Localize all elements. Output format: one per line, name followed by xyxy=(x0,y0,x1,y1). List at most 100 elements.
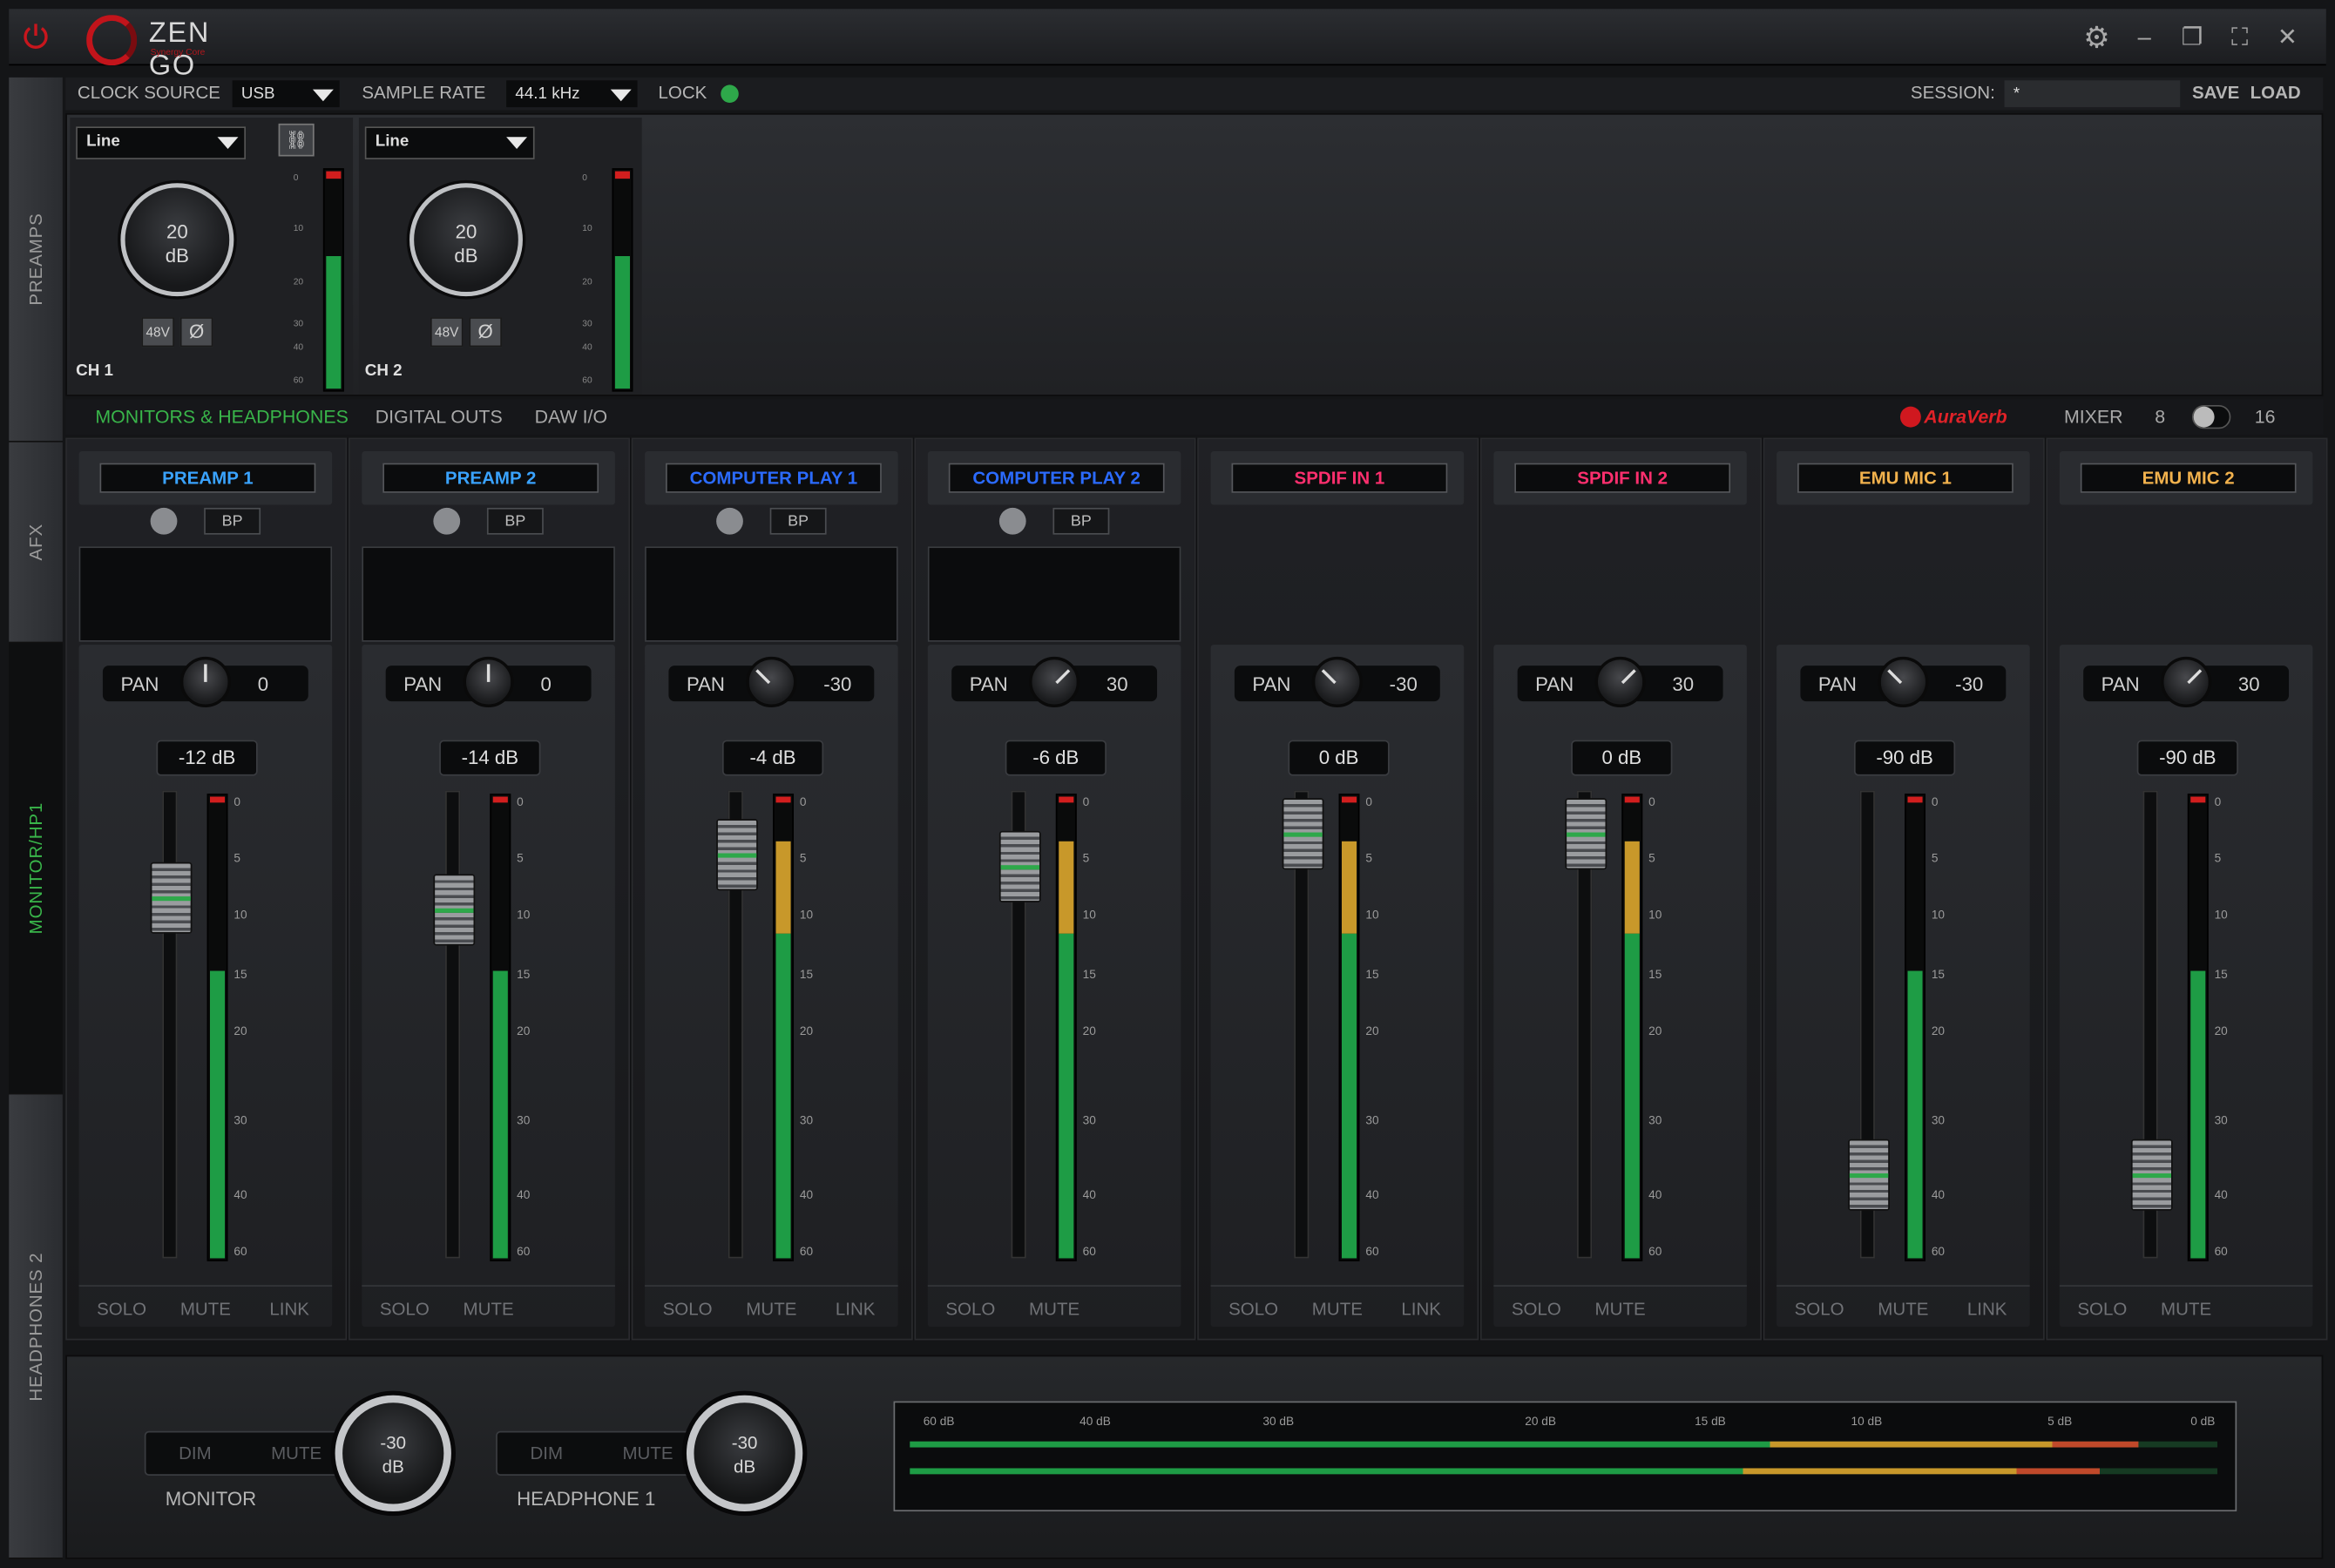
solo-button[interactable]: SOLO xyxy=(1512,1299,1561,1320)
pan-control[interactable]: PAN -30 xyxy=(1800,656,2007,707)
side-tab-preamps[interactable]: PREAMPS xyxy=(9,77,63,443)
phantom-48v-button[interactable]: 48V xyxy=(430,317,464,348)
pan-control[interactable]: PAN 30 xyxy=(2083,656,2290,707)
headphone-mute-button[interactable]: MUTE xyxy=(622,1443,673,1463)
mute-button[interactable]: MUTE xyxy=(2161,1299,2211,1320)
side-tab-afx[interactable]: AFX xyxy=(9,442,63,644)
monitor-volume-knob[interactable]: -30 dB xyxy=(335,1395,451,1512)
pan-knob[interactable] xyxy=(463,656,514,707)
link-button[interactable]: LINK xyxy=(1967,1299,2007,1320)
link-button[interactable]: LINK xyxy=(1401,1299,1441,1320)
fx-enable-button[interactable] xyxy=(150,507,178,535)
channel-name[interactable]: COMPUTER PLAY 2 xyxy=(948,463,1165,493)
side-tab-monitor-hp1[interactable]: MONITOR/HP1 xyxy=(9,643,63,1095)
fader-handle[interactable] xyxy=(716,818,758,890)
pan-control[interactable]: PAN 0 xyxy=(102,656,308,707)
pan-knob[interactable] xyxy=(1878,656,1929,707)
clock-source-dropdown[interactable]: USB xyxy=(232,80,340,108)
mixer-size-toggle[interactable] xyxy=(2191,404,2231,429)
solo-button[interactable]: SOLO xyxy=(97,1299,146,1320)
bypass-button[interactable]: BP xyxy=(769,507,827,535)
channel-name[interactable]: SPDIF IN 2 xyxy=(1514,463,1731,493)
tab-monitors-headphones[interactable]: MONITORS & HEADPHONES xyxy=(95,407,348,428)
solo-button[interactable]: SOLO xyxy=(380,1299,430,1320)
monitor-dim-button[interactable]: DIM xyxy=(179,1443,212,1463)
pan-control[interactable]: PAN 0 xyxy=(385,656,592,707)
insert-fx-slot[interactable] xyxy=(645,546,898,642)
minimize-icon[interactable]: – xyxy=(2127,24,2162,53)
pan-control[interactable]: PAN -30 xyxy=(668,656,875,707)
fader-handle[interactable] xyxy=(150,862,193,934)
fader-handle[interactable] xyxy=(1282,798,1324,870)
link-button[interactable]: ⛓ xyxy=(278,123,315,157)
link-button[interactable]: LINK xyxy=(269,1299,309,1320)
insert-fx-slot[interactable] xyxy=(927,546,1181,642)
headphone-dim-button[interactable]: DIM xyxy=(530,1443,563,1463)
channel-name[interactable]: COMPUTER PLAY 1 xyxy=(666,463,882,493)
mute-button[interactable]: MUTE xyxy=(1029,1299,1080,1320)
insert-fx-slot[interactable] xyxy=(362,546,615,642)
solo-button[interactable]: SOLO xyxy=(2077,1299,2127,1320)
mute-button[interactable]: MUTE xyxy=(1595,1299,1646,1320)
solo-button[interactable]: SOLO xyxy=(1795,1299,1844,1320)
insert-fx-slot[interactable] xyxy=(78,546,333,642)
channel-name[interactable]: PREAMP 1 xyxy=(99,463,316,493)
headphone-volume-knob[interactable]: -30 dB xyxy=(686,1395,803,1512)
mute-button[interactable]: MUTE xyxy=(1878,1299,1928,1320)
pan-knob[interactable] xyxy=(2161,656,2212,707)
bypass-button[interactable]: BP xyxy=(486,507,544,535)
sample-rate-dropdown[interactable]: 44.1 kHz xyxy=(506,80,638,108)
restore-icon[interactable]: ❐ xyxy=(2174,24,2210,53)
fx-enable-button[interactable] xyxy=(716,507,743,535)
channel-name[interactable]: EMU MIC 2 xyxy=(2080,463,2297,493)
auraverb-icon[interactable] xyxy=(1899,406,1921,428)
fader-handle[interactable] xyxy=(2130,1139,2173,1211)
mute-button[interactable]: MUTE xyxy=(464,1299,514,1320)
phantom-48v-button[interactable]: 48V xyxy=(141,317,174,348)
gain-knob[interactable]: 20 dB xyxy=(409,183,523,297)
gain-knob[interactable]: 20 dB xyxy=(120,183,234,297)
input-type-dropdown[interactable]: Line xyxy=(76,126,247,159)
auraverb-label[interactable]: AuraVerb xyxy=(1924,407,2007,428)
session-field[interactable]: * xyxy=(2004,80,2181,108)
pan-control[interactable]: PAN -30 xyxy=(1234,656,1440,707)
channel-name[interactable]: SPDIF IN 1 xyxy=(1231,463,1448,493)
pan-knob[interactable] xyxy=(1311,656,1363,707)
link-button[interactable]: LINK xyxy=(836,1299,876,1320)
phase-invert-button[interactable]: Ø xyxy=(179,317,213,348)
tab-daw-io[interactable]: DAW I/O xyxy=(535,407,607,428)
mute-button[interactable]: MUTE xyxy=(746,1299,796,1320)
pan-control[interactable]: PAN 30 xyxy=(951,656,1158,707)
pan-knob[interactable] xyxy=(179,656,231,707)
fader-handle[interactable] xyxy=(433,874,476,946)
load-button[interactable]: LOAD xyxy=(2250,82,2301,103)
fullscreen-icon[interactable]: ⛶ xyxy=(2222,24,2257,53)
fader-handle[interactable] xyxy=(1565,798,1607,870)
mute-button[interactable]: MUTE xyxy=(180,1299,231,1320)
fx-enable-button[interactable] xyxy=(998,507,1026,535)
channel-name[interactable]: EMU MIC 1 xyxy=(1797,463,2014,493)
solo-button[interactable]: SOLO xyxy=(1228,1299,1278,1320)
pan-knob[interactable] xyxy=(1029,656,1080,707)
solo-button[interactable]: SOLO xyxy=(945,1299,995,1320)
mute-button[interactable]: MUTE xyxy=(1312,1299,1363,1320)
close-icon[interactable]: ✕ xyxy=(2270,24,2305,53)
channel-name[interactable]: PREAMP 2 xyxy=(382,463,599,493)
power-icon[interactable] xyxy=(21,21,51,51)
fader-handle[interactable] xyxy=(1848,1139,1890,1211)
input-type-dropdown[interactable]: Line xyxy=(364,126,535,159)
pan-knob[interactable] xyxy=(1594,656,1646,707)
bypass-button[interactable]: BP xyxy=(1052,507,1110,535)
save-button[interactable]: SAVE xyxy=(2192,82,2239,103)
fx-enable-button[interactable] xyxy=(433,507,461,535)
pan-knob[interactable] xyxy=(746,656,797,707)
tab-digital-outs[interactable]: DIGITAL OUTS xyxy=(376,407,503,428)
bypass-button[interactable]: BP xyxy=(204,507,261,535)
side-tab-headphones-2[interactable]: HEADPHONES 2 xyxy=(9,1094,63,1559)
pan-control[interactable]: PAN 30 xyxy=(1517,656,1723,707)
gear-icon[interactable]: ⚙ xyxy=(2079,24,2115,53)
solo-button[interactable]: SOLO xyxy=(663,1299,713,1320)
monitor-mute-button[interactable]: MUTE xyxy=(271,1443,321,1463)
fader-handle[interactable] xyxy=(998,830,1041,902)
phase-invert-button[interactable]: Ø xyxy=(469,317,503,348)
